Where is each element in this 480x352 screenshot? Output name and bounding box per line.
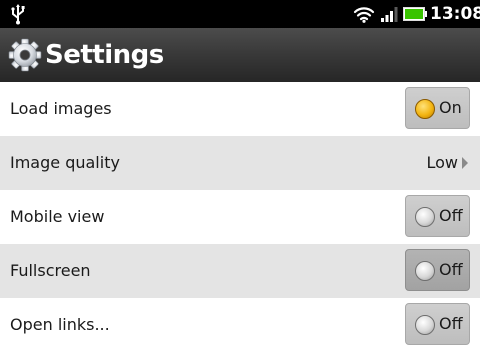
toggle-state: Off [439, 314, 463, 333]
fullscreen-toggle[interactable]: Off [405, 249, 470, 291]
toggle-indicator-icon [415, 207, 435, 227]
toggle-state: On [439, 98, 462, 117]
setting-fullscreen[interactable]: Fullscreen Off [0, 244, 480, 298]
toggle-indicator-icon [415, 315, 435, 335]
setting-open-links[interactable]: Open links... Off [0, 298, 480, 352]
status-bar: 13:08 [0, 0, 480, 28]
signal-icon [381, 7, 398, 22]
battery-icon [403, 7, 427, 21]
mobile-view-toggle[interactable]: Off [405, 195, 470, 237]
wifi-icon [353, 7, 375, 23]
setting-value: Low [426, 153, 458, 172]
setting-label: Open links... [10, 315, 110, 334]
setting-image-quality[interactable]: Image quality Low [0, 136, 480, 190]
setting-label: Image quality [10, 153, 120, 172]
usb-icon [11, 4, 25, 25]
setting-label: Fullscreen [10, 261, 91, 280]
clock: 13:08 [430, 4, 480, 24]
setting-label: Mobile view [10, 207, 105, 226]
toggle-state: Off [439, 260, 463, 279]
open-links-toggle[interactable]: Off [405, 303, 470, 345]
setting-label: Load images [10, 99, 112, 118]
setting-mobile-view[interactable]: Mobile view Off [0, 190, 480, 244]
load-images-toggle[interactable]: On [405, 87, 470, 129]
toggle-indicator-icon [415, 99, 435, 119]
title-bar: Settings [0, 28, 480, 82]
gear-icon [8, 38, 42, 72]
page-title: Settings [45, 40, 164, 70]
setting-load-images[interactable]: Load images On [0, 82, 480, 136]
toggle-state: Off [439, 206, 463, 225]
chevron-right-icon [462, 157, 468, 169]
settings-list: Load images On Image quality Low Mobile … [0, 82, 480, 352]
toggle-indicator-icon [415, 261, 435, 281]
